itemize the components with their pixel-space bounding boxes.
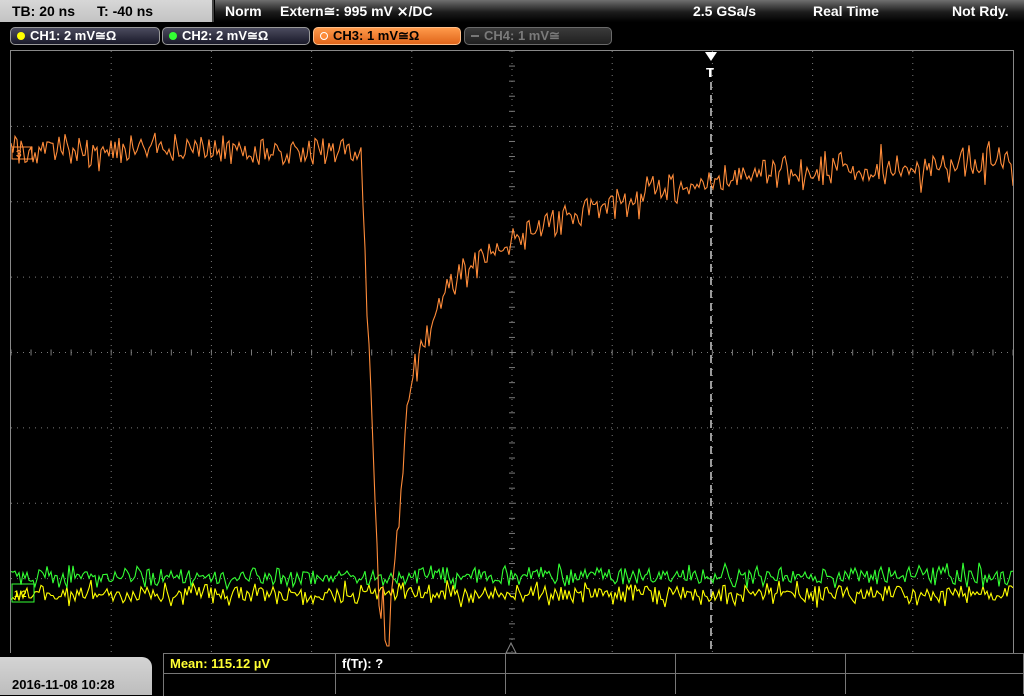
channel-1-label: CH1: 2 mV≅Ω: [30, 28, 117, 43]
measurement-slot-5[interactable]: [846, 654, 1024, 674]
ch3-trace: [10, 132, 1014, 647]
channel-bar: CH1: 2 mV≅Ω CH2: 2 mV≅Ω CH3: 1 mV≅Ω CH4:…: [0, 24, 1024, 48]
trigger-source-label[interactable]: Extern≅: 995 mV ⨯/DC: [280, 3, 433, 20]
measurement-slot-7[interactable]: [336, 674, 506, 694]
measurement-table[interactable]: Mean: 115.12 µV f(Tr): ?: [163, 653, 1024, 696]
waveform-plot[interactable]: 3 1/2 T: [10, 50, 1014, 655]
footer-bar: 2016-11-08 10:28 Mean: 115.12 µV f(Tr): …: [0, 653, 1024, 696]
trigger-panel[interactable]: Norm Extern≅: 995 mV ⨯/DC 2.5 GSa/s Real…: [215, 0, 1024, 22]
trigger-arrow-icon: [705, 52, 717, 61]
measurement-ftr[interactable]: f(Tr): ?: [336, 654, 506, 674]
measurement-slot-9[interactable]: [676, 674, 846, 694]
channel-2-label: CH2: 2 mV≅Ω: [182, 28, 269, 43]
measurement-slot-3[interactable]: [506, 654, 676, 674]
channel-1-dot-icon: [17, 32, 25, 40]
date-time-display: 2016-11-08 10:28: [0, 657, 152, 695]
status-bar: TB: 20 ns T: -40 ns Norm Extern≅: 995 mV…: [0, 0, 1024, 24]
timebase-panel[interactable]: TB: 20 ns T: -40 ns: [0, 0, 214, 22]
channel-3-dot-icon: [320, 32, 328, 40]
sample-rate-label[interactable]: 2.5 GSa/s: [693, 3, 756, 19]
measurement-slot-8[interactable]: [506, 674, 676, 694]
measurement-slot-4[interactable]: [676, 654, 846, 674]
trigger-mode-label[interactable]: Norm: [225, 3, 262, 19]
measurement-slot-10[interactable]: [846, 674, 1024, 694]
channel-1-button[interactable]: CH1: 2 mV≅Ω: [10, 27, 160, 45]
channel-3-button[interactable]: CH3: 1 mV≅Ω: [313, 27, 461, 45]
timebase-label[interactable]: TB: 20 ns: [12, 3, 75, 19]
channel-2-dot-icon: [169, 32, 177, 40]
channel-3-label: CH3: 1 mV≅Ω: [333, 28, 420, 43]
channel-4-button[interactable]: CH4: 1 mV≅: [464, 27, 612, 45]
trigger-marker-label: T: [706, 65, 714, 80]
measurement-mean[interactable]: Mean: 115.12 µV: [164, 654, 336, 674]
ch3-marker-label: 3: [16, 149, 22, 160]
trigger-position-marker[interactable]: T: [705, 52, 717, 80]
acquisition-mode-label[interactable]: Real Time: [813, 3, 879, 19]
measurement-slot-6[interactable]: [164, 674, 336, 694]
trigger-time-label[interactable]: T: -40 ns: [97, 3, 153, 19]
traces: [10, 132, 1014, 647]
channel-4-dot-icon: [471, 35, 479, 37]
horizontal-position-icon: [505, 641, 517, 654]
date-time-label: 2016-11-08 10:28: [12, 677, 115, 692]
waveform-display[interactable]: 3 1/2 T: [10, 50, 1014, 655]
acquisition-status-label: Not Rdy.: [952, 3, 1009, 19]
channel-4-label: CH4: 1 mV≅: [484, 28, 560, 43]
channel-2-button[interactable]: CH2: 2 mV≅Ω: [162, 27, 310, 45]
ch12-marker-label: 1/2: [14, 589, 27, 599]
